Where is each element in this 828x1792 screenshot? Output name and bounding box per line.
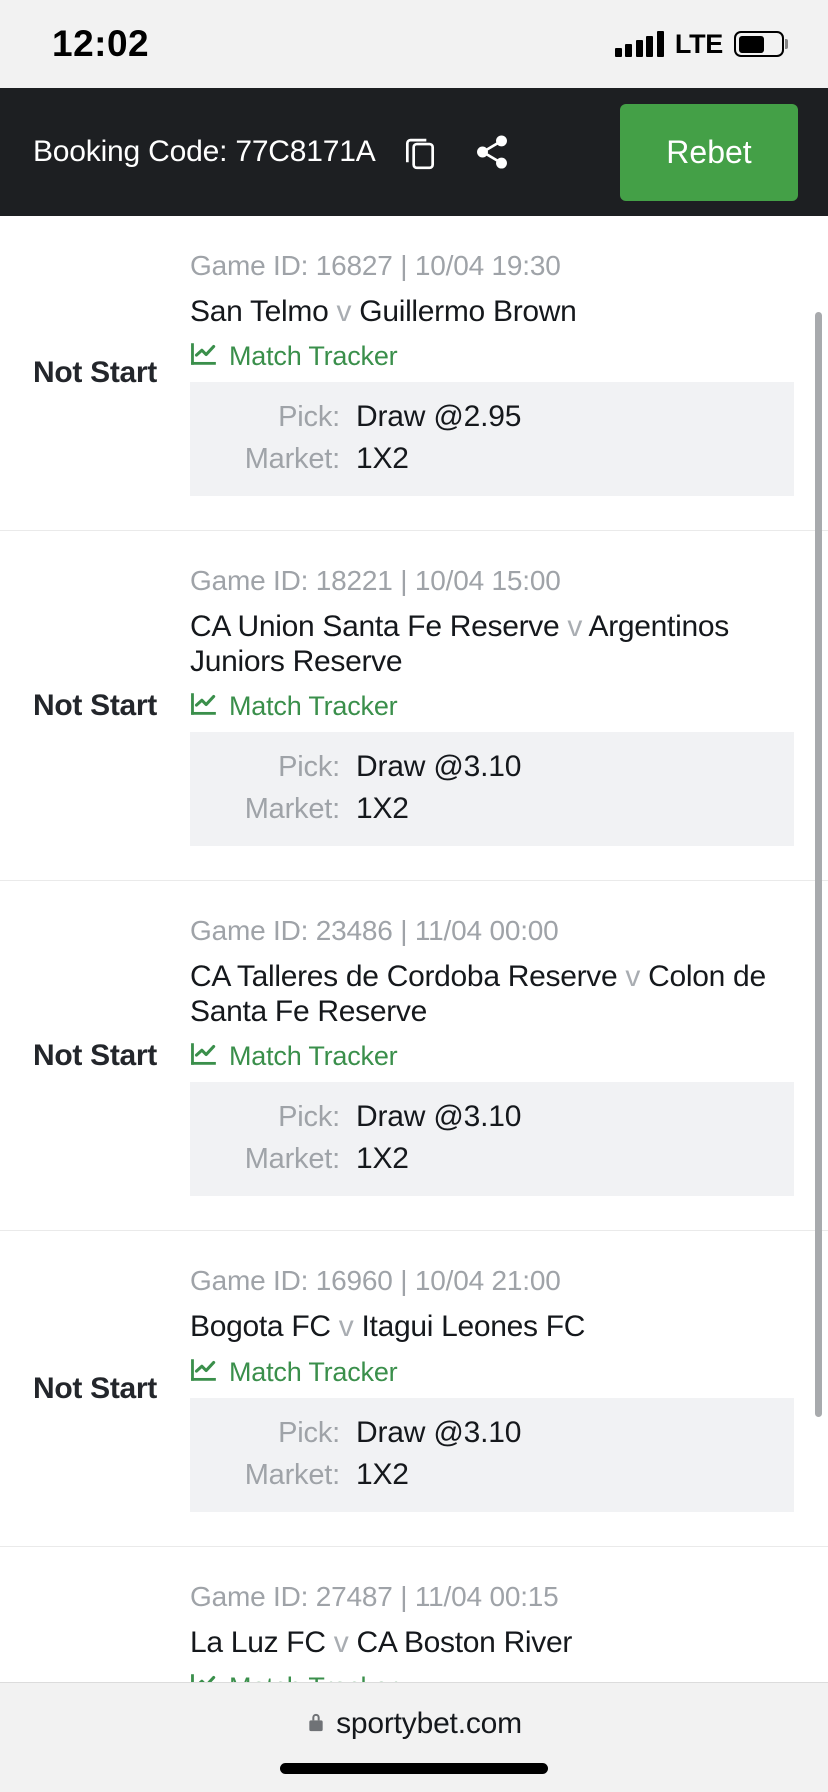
market-row: Market: 1X2 <box>190 1142 794 1176</box>
line-chart-icon <box>190 1041 218 1072</box>
match-tracker-label: Match Tracker <box>229 1041 398 1072</box>
pick-row: Pick: Draw @3.10 <box>190 1100 794 1134</box>
address-bar[interactable]: sportybet.com <box>306 1707 522 1741</box>
market-label: Market: <box>244 1143 340 1176</box>
match-teams: San Telmo v Guillermo Brown <box>190 294 794 329</box>
match-status: Not Start <box>33 356 157 390</box>
match-details: Game ID: 18221 | 10/04 15:00 CA Union San… <box>190 565 828 847</box>
market-label: Market: <box>244 1458 340 1491</box>
match-details: Game ID: 16827 | 10/04 19:30 San Telmo v … <box>190 250 828 497</box>
versus-label: v <box>559 610 589 644</box>
pick-details-box: Pick: Draw @3.10 Market: 1X2 <box>190 732 794 847</box>
match-teams: Bogota FC v Itagui Leones FC <box>190 1309 794 1344</box>
booking-header: Booking Code: 77C8171A Rebet <box>0 88 828 216</box>
bet-selection-list[interactable]: Not Start Game ID: 16827 | 10/04 19:30 San… <box>0 216 828 1792</box>
match-status: Not Start <box>33 1038 157 1072</box>
match-tracker-link[interactable]: Match Tracker <box>190 691 398 722</box>
share-icon[interactable] <box>464 124 520 180</box>
market-value: 1X2 <box>356 442 409 476</box>
match-tracker-link[interactable]: Match Tracker <box>190 1041 398 1072</box>
market-row: Market: 1X2 <box>190 442 794 476</box>
url-text: sportybet.com <box>336 1707 522 1740</box>
line-chart-icon <box>190 1357 218 1388</box>
match-tracker-label: Match Tracker <box>229 1356 398 1387</box>
match-tracker-link[interactable]: Match Tracker <box>190 341 398 372</box>
pick-value: Draw @3.10 <box>356 1100 522 1134</box>
match-status: Not Start <box>33 688 157 722</box>
market-label: Market: <box>244 443 340 476</box>
pick-details-box: Pick: Draw @3.10 Market: 1X2 <box>190 1082 794 1197</box>
status-time: 12:02 <box>52 23 150 64</box>
pick-row: Pick: Draw @3.10 <box>190 750 794 784</box>
match-row[interactable]: Not Start Game ID: 16960 | 10/04 21:00 Bog… <box>0 1231 828 1547</box>
battery-icon <box>734 31 784 57</box>
line-chart-icon <box>190 341 218 372</box>
match-teams: La Luz FC v CA Boston River <box>190 1625 794 1660</box>
vertical-scrollbar[interactable] <box>815 312 822 1417</box>
market-value: 1X2 <box>356 1457 409 1491</box>
match-teams: CA Talleres de Cordoba Reserve v Colon d… <box>190 959 794 1029</box>
status-bar: 12:02 LTE <box>0 0 828 88</box>
match-teams: CA Union Santa Fe Reserve v Argentinos J… <box>190 609 794 679</box>
match-tracker-label: Match Tracker <box>229 691 398 722</box>
versus-label: v <box>330 1310 362 1344</box>
pick-label: Pick: <box>278 1101 340 1134</box>
match-details: Game ID: 16960 | 10/04 21:00 Bogota FC v … <box>190 1265 828 1512</box>
market-value: 1X2 <box>356 1142 409 1176</box>
match-status: Not Start <box>33 1371 157 1405</box>
versus-label: v <box>325 1625 357 1659</box>
pick-details-box: Pick: Draw @3.10 Market: 1X2 <box>190 1397 794 1512</box>
browser-bottom-bar: sportybet.com <box>0 1682 828 1792</box>
versus-label: v <box>617 960 649 994</box>
pick-value: Draw @3.10 <box>356 750 522 784</box>
pick-label: Pick: <box>278 1416 340 1449</box>
rebet-button[interactable]: Rebet <box>620 103 798 201</box>
market-row: Market: 1X2 <box>190 1458 794 1492</box>
pick-row: Pick: Draw @2.95 <box>190 400 794 434</box>
home-indicator <box>280 1763 548 1774</box>
home-team: La Luz FC <box>190 1625 326 1659</box>
status-indicators: LTE <box>614 28 784 60</box>
match-details: Game ID: 23486 | 11/04 00:00 CA Talleres … <box>190 915 828 1197</box>
away-team: Guillermo Brown <box>359 295 577 328</box>
network-type-label: LTE <box>674 28 723 59</box>
copy-icon[interactable] <box>392 124 448 180</box>
game-id-meta: Game ID: 23486 | 11/04 00:00 <box>190 915 559 947</box>
line-chart-icon <box>190 691 218 722</box>
booking-code-label: Booking Code: 77C8171A <box>33 135 376 168</box>
pick-label: Pick: <box>278 751 340 784</box>
pick-value: Draw @2.95 <box>356 400 522 434</box>
market-row: Market: 1X2 <box>190 792 794 826</box>
home-team: Bogota FC <box>190 1310 331 1344</box>
market-label: Market: <box>244 793 340 826</box>
match-row[interactable]: Not Start Game ID: 16827 | 10/04 19:30 San… <box>0 216 828 532</box>
booking-code-group: Booking Code: 77C8171A <box>33 124 520 180</box>
match-row[interactable]: Not Start Game ID: 18221 | 10/04 15:00 CA … <box>0 531 828 882</box>
pick-details-box: Pick: Draw @2.95 Market: 1X2 <box>190 382 794 497</box>
game-id-meta: Game ID: 18221 | 10/04 15:00 <box>190 565 561 597</box>
home-team: CA Talleres de Cordoba Reserve <box>190 960 618 994</box>
match-tracker-label: Match Tracker <box>229 341 398 372</box>
market-value: 1X2 <box>356 792 409 826</box>
away-team: Itagui Leones FC <box>361 1310 586 1344</box>
versus-label: v <box>328 295 360 328</box>
match-row[interactable]: Not Start Game ID: 23486 | 11/04 00:00 CA … <box>0 881 828 1232</box>
pick-row: Pick: Draw @3.10 <box>190 1416 794 1450</box>
away-team: CA Boston River <box>356 1625 573 1659</box>
phone-screen: 12:02 LTE Booking Code: 77C8171A Rebet N… <box>0 0 828 1792</box>
pick-value: Draw @3.10 <box>356 1415 522 1449</box>
pick-label: Pick: <box>278 401 340 434</box>
home-team: CA Union Santa Fe Reserve <box>190 610 560 644</box>
game-id-meta: Game ID: 27487 | 11/04 00:15 <box>190 1580 559 1612</box>
home-team: San Telmo <box>190 295 329 328</box>
signal-bars-icon <box>614 31 664 57</box>
game-id-meta: Game ID: 16827 | 10/04 19:30 <box>190 250 561 281</box>
lock-icon <box>306 1710 326 1739</box>
game-id-meta: Game ID: 16960 | 10/04 21:00 <box>190 1265 561 1297</box>
match-tracker-link[interactable]: Match Tracker <box>190 1356 398 1388</box>
